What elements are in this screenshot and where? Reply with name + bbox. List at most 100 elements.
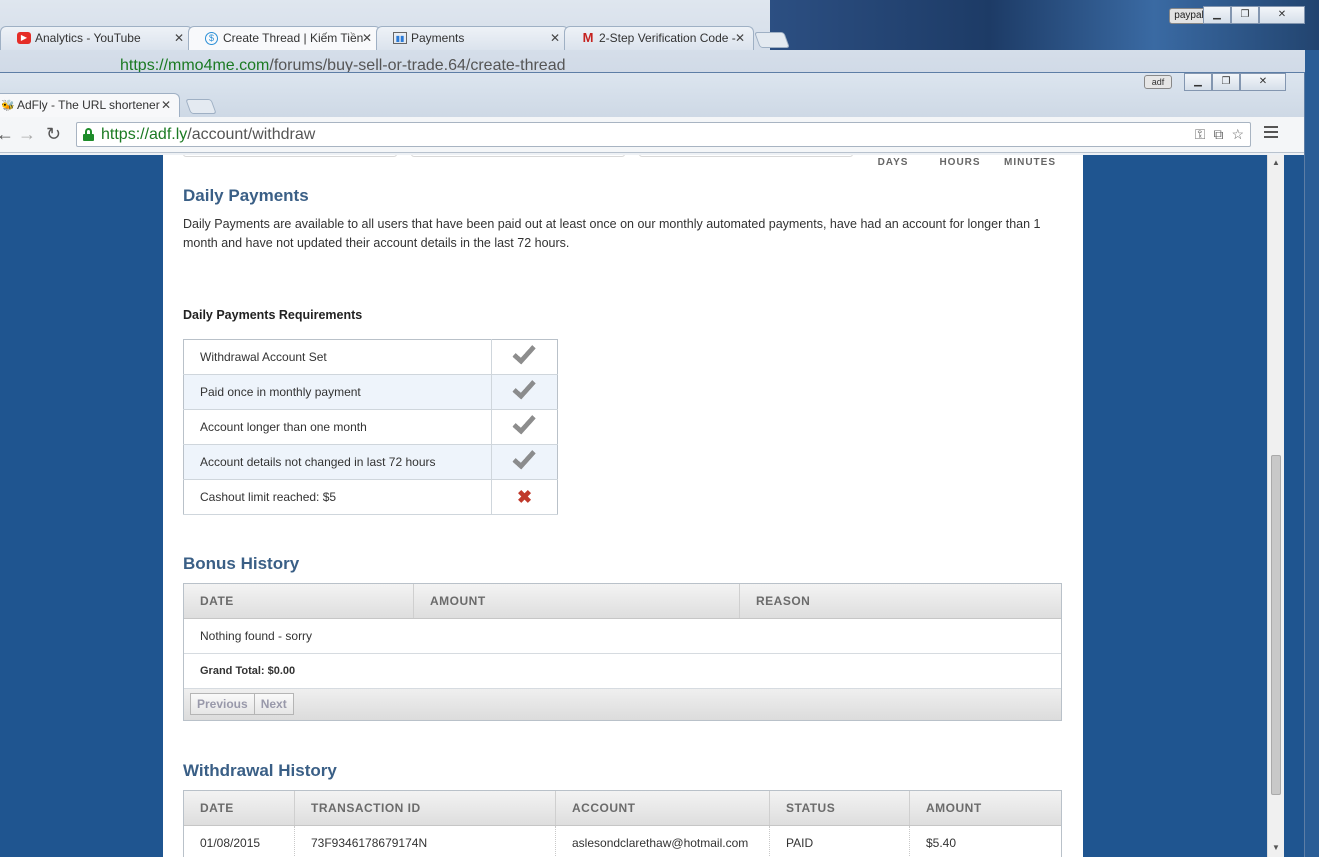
- checkmark-icon: [511, 374, 536, 400]
- minutes-label: MINUTES: [1004, 157, 1056, 168]
- back-icon[interactable]: ←: [0, 125, 14, 143]
- column-header[interactable]: DATE: [184, 584, 414, 618]
- daily-payments-description: Daily Payments are available to all user…: [183, 217, 1041, 250]
- column-header[interactable]: AMOUNT: [910, 791, 1061, 825]
- close-tab-icon[interactable]: ✕: [174, 31, 184, 45]
- requirement-status: ✖: [491, 479, 558, 515]
- requirement-label: Paid once in monthly payment: [183, 374, 492, 410]
- tab-analytics-youtube[interactable]: ▶ Analytics - YouTube ✕: [0, 26, 193, 50]
- tab-adfly[interactable]: 🐝 AdFly - The URL shortener ✕: [0, 93, 180, 117]
- table-header: DATE AMOUNT REASON: [184, 584, 1061, 619]
- browser-window: 🐝 AdFly - The URL shortener ✕ adf ▁ ❐ ✕ …: [0, 72, 1305, 857]
- requirement-row: Account longer than one month: [183, 409, 558, 445]
- column-header[interactable]: TRANSACTION ID: [295, 791, 556, 825]
- bonus-history-title: Bonus History: [183, 554, 300, 573]
- browser-chrome: 🐝 AdFly - The URL shortener ✕ adf ▁ ❐ ✕ …: [0, 73, 1304, 155]
- requirement-row: Paid once in monthly payment: [183, 374, 558, 410]
- key-icon[interactable]: ⚿: [1195, 126, 1206, 143]
- column-header[interactable]: REASON: [740, 584, 1061, 618]
- scroll-down-icon[interactable]: ▼: [1272, 843, 1280, 852]
- tab-create-thread[interactable]: $ Create Thread | Kiếm Tiền ✕: [188, 26, 381, 50]
- countdown-labels: DAYS HOURS MINUTES: [861, 157, 1065, 168]
- table-row: Nothing found - sorry: [184, 619, 1061, 654]
- countdown-box: [411, 155, 625, 157]
- close-window-button[interactable]: ✕: [1240, 73, 1286, 91]
- page-viewport: DAYS HOURS MINUTES Daily Payments Daily …: [0, 155, 1304, 857]
- tab-label: AdFly - The URL shortener: [17, 98, 160, 112]
- empty-message: Nothing found - sorry: [200, 629, 313, 643]
- scroll-up-icon[interactable]: ▲: [1272, 158, 1280, 167]
- grand-total: Grand Total: $0.00: [200, 665, 296, 677]
- column-header[interactable]: STATUS: [770, 791, 910, 825]
- new-tab-button[interactable]: [185, 99, 217, 114]
- countdown-boxes: [183, 155, 863, 157]
- url-path: /account/withdraw: [187, 126, 316, 143]
- analytics-icon: ▮▮: [393, 32, 407, 44]
- tab-payments[interactable]: ▮▮ Payments ✕: [376, 26, 569, 50]
- withdrawal-date: 01/08/2015: [184, 826, 295, 857]
- next-button[interactable]: Next: [254, 693, 294, 715]
- requirement-label: Cashout limit reached: $5: [183, 479, 492, 515]
- cross-icon: ✖: [516, 487, 533, 507]
- countdown-box: [183, 155, 397, 157]
- table-header: DATE TRANSACTION ID ACCOUNT STATUS AMOUN…: [184, 791, 1061, 826]
- account-email: aslesondclarethaw@hotmail.com: [556, 826, 770, 857]
- requirement-row: Withdrawal Account Set: [183, 339, 558, 375]
- pagination: Previous Next: [184, 689, 1061, 720]
- tab-label: Create Thread | Kiếm Tiền: [223, 31, 364, 45]
- tab-label: Analytics - YouTube: [35, 31, 141, 45]
- tab-2-step-verification[interactable]: M 2-Step Verification Code - ✕: [564, 26, 754, 50]
- hours-label: HOURS: [939, 157, 981, 168]
- daily-payments-title: Daily Payments: [183, 186, 309, 205]
- column-header[interactable]: DATE: [184, 791, 295, 825]
- checkmark-icon: [511, 444, 536, 470]
- requirements-table: Withdrawal Account Set Paid once in mont…: [183, 339, 558, 515]
- toolbar: ← → ↻ https://adf.ly/account/withdraw ⚿ …: [0, 117, 1304, 153]
- omnibox-actions: ⚿ ⧉ ☆: [1195, 126, 1244, 143]
- countdown-box: [639, 155, 853, 157]
- checkmark-icon: [511, 409, 536, 435]
- reload-icon[interactable]: ↻: [46, 125, 61, 143]
- close-tab-icon[interactable]: ✕: [735, 31, 745, 45]
- profile-badge[interactable]: adf: [1144, 75, 1172, 89]
- translate-icon[interactable]: ⧉: [1213, 126, 1223, 143]
- close-tab-icon[interactable]: ✕: [550, 31, 560, 45]
- site-icon: $: [205, 32, 218, 45]
- requirement-row: Cashout limit reached: $5 ✖: [183, 479, 558, 515]
- lock-icon: [83, 128, 94, 141]
- withdraw-page: DAYS HOURS MINUTES Daily Payments Daily …: [163, 155, 1083, 857]
- background-tab-strip: ▶ Analytics - YouTube ✕ $ Create Thread …: [0, 26, 790, 50]
- forward-icon[interactable]: →: [18, 125, 36, 143]
- bonus-history-table: DATE AMOUNT REASON Nothing found - sorry…: [183, 583, 1062, 721]
- url-host: https://adf.ly: [101, 126, 188, 143]
- maximize-button[interactable]: ❐: [1231, 6, 1259, 24]
- requirements-title: Daily Payments Requirements: [183, 308, 363, 322]
- column-header[interactable]: ACCOUNT: [556, 791, 770, 825]
- checkmark-icon: [511, 339, 536, 365]
- vertical-scrollbar[interactable]: ▲ ▼: [1267, 155, 1284, 857]
- maximize-button[interactable]: ❐: [1212, 73, 1240, 91]
- requirement-row: Account details not changed in last 72 h…: [183, 444, 558, 480]
- requirement-label: Account details not changed in last 72 h…: [183, 444, 492, 480]
- days-label: DAYS: [877, 157, 909, 168]
- tab-label: 2-Step Verification Code -: [599, 31, 736, 45]
- menu-icon[interactable]: [1264, 126, 1278, 138]
- withdrawal-amount: $5.40: [926, 836, 957, 850]
- close-tab-icon[interactable]: ✕: [362, 31, 372, 45]
- close-window-button[interactable]: ✕: [1259, 6, 1305, 24]
- youtube-icon: ▶: [17, 32, 31, 44]
- requirement-status: [491, 409, 558, 445]
- bookmark-star-icon[interactable]: ☆: [1231, 126, 1244, 143]
- withdrawal-history-table: DATE TRANSACTION ID ACCOUNT STATUS AMOUN…: [183, 790, 1062, 857]
- scrollbar-thumb[interactable]: [1271, 455, 1281, 795]
- address-bar[interactable]: https://adf.ly/account/withdraw ⚿ ⧉ ☆: [76, 122, 1251, 147]
- requirement-status: [491, 339, 558, 375]
- close-tab-icon[interactable]: ✕: [161, 98, 171, 112]
- requirement-label: Account longer than one month: [183, 409, 492, 445]
- column-header[interactable]: AMOUNT: [414, 584, 740, 618]
- previous-button[interactable]: Previous: [190, 693, 255, 715]
- new-tab-button[interactable]: [754, 32, 790, 48]
- minimize-button[interactable]: ▁: [1203, 6, 1231, 24]
- transaction-id: 73F9346178679174N: [295, 826, 556, 857]
- minimize-button[interactable]: ▁: [1184, 73, 1212, 91]
